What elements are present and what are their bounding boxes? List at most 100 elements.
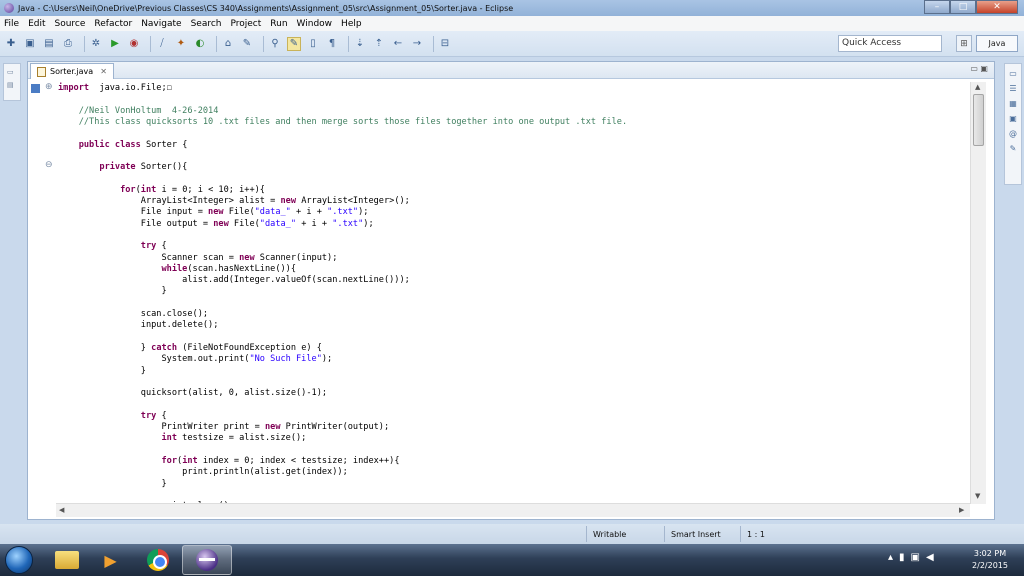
print-icon[interactable]: ⎙: [61, 37, 75, 51]
scroll-left-icon[interactable]: ◀: [59, 506, 64, 514]
fold-collapse-icon[interactable]: ⊖: [45, 160, 53, 170]
code-line[interactable]: quicksort(alist, 0, alist.size()-1);: [58, 388, 327, 399]
code-token: {: [156, 241, 167, 252]
clock[interactable]: 3:02 PM 2/2/2015: [960, 548, 1020, 572]
search-icon[interactable]: ✎: [240, 37, 254, 51]
media-player-icon: ▶: [104, 550, 117, 570]
toggle-mark-occurrences-icon[interactable]: ⚲: [268, 37, 282, 51]
taskbar-eclipse[interactable]: [182, 545, 232, 575]
menu-source[interactable]: Source: [55, 19, 86, 29]
restore-icon[interactable]: ▭: [1007, 69, 1019, 79]
save-icon[interactable]: ▣: [23, 37, 37, 51]
skip-breakpoints-icon[interactable]: ⧸: [155, 37, 169, 51]
quick-access-input[interactable]: Quick Access: [838, 35, 942, 52]
horizontal-scrollbar[interactable]: ◀ ▶: [56, 503, 970, 517]
code-line[interactable]: File input = new File("data_" + i + ".tx…: [58, 207, 369, 218]
code-line[interactable]: try {: [58, 241, 167, 252]
debug-icon[interactable]: ✲: [89, 37, 103, 51]
menu-run[interactable]: Run: [270, 19, 287, 29]
declaration-icon[interactable]: ✎: [1007, 144, 1019, 154]
code-line[interactable]: for(int i = 0; i < 10; i++){: [58, 185, 265, 196]
code-line[interactable]: print.println(alist.get(index));: [58, 467, 348, 478]
start-button[interactable]: [5, 546, 33, 574]
window-controls: – □ ✕: [924, 0, 1018, 14]
code-line[interactable]: System.out.print("No Such File");: [58, 354, 332, 365]
code-line[interactable]: }: [58, 366, 146, 377]
code-token: Sorter {: [140, 139, 188, 150]
code-line[interactable]: scan.close();: [58, 309, 208, 320]
vertical-scrollbar[interactable]: ▲ ▼: [970, 82, 986, 504]
java-perspective-button[interactable]: Java: [976, 35, 1018, 52]
taskbar-explorer[interactable]: [42, 545, 92, 575]
menu-edit[interactable]: Edit: [28, 19, 45, 29]
minimize-button[interactable]: –: [924, 0, 950, 14]
new-icon[interactable]: ✚: [4, 37, 18, 51]
code-line[interactable]: }: [58, 479, 166, 490]
new-java-project-icon[interactable]: ✦: [174, 37, 188, 51]
tab-sorter-java[interactable]: Sorter.java ✕: [30, 63, 114, 79]
code-line[interactable]: }: [58, 286, 166, 297]
code-line[interactable]: //This class quicksorts 10 .txt files an…: [58, 117, 627, 128]
code-line[interactable]: int testsize = alist.size();: [58, 433, 306, 444]
editor-minmax-icons[interactable]: ▭ ▣: [970, 64, 988, 73]
previous-annotation-icon[interactable]: ⇡: [372, 37, 386, 51]
close-tab-icon[interactable]: ✕: [100, 67, 107, 76]
back-icon[interactable]: ←: [391, 37, 405, 51]
pin-editor-icon[interactable]: ⊟: [438, 37, 452, 51]
code-line[interactable]: } catch (FileNotFoundException e) {: [58, 343, 322, 354]
code-token: );: [321, 354, 333, 365]
maximize-button[interactable]: □: [950, 0, 976, 14]
menu-file[interactable]: File: [4, 19, 19, 29]
code-line[interactable]: public class Sorter {: [58, 139, 188, 151]
code-line[interactable]: //Neil VonHoltum 4-26-2014: [58, 106, 219, 117]
scroll-thumb[interactable]: [973, 94, 984, 146]
open-type-icon[interactable]: ⌂: [221, 37, 235, 51]
package-explorer-icon[interactable]: ▤: [7, 81, 17, 90]
show-whitespace-icon[interactable]: ¶: [325, 37, 339, 51]
run-icon[interactable]: ▶: [108, 37, 122, 51]
code-line[interactable]: for(int index = 0; index < testsize; ind…: [58, 456, 399, 467]
menu-window[interactable]: Window: [297, 19, 333, 29]
scroll-up-icon[interactable]: ▲: [975, 83, 980, 91]
external-tools-icon[interactable]: ◉: [127, 37, 141, 51]
code-token: + i +: [290, 207, 328, 218]
code-line[interactable]: Scanner scan = new Scanner(input);: [58, 253, 337, 264]
javadoc-icon[interactable]: @: [1007, 129, 1019, 139]
outline-icon[interactable]: ☰: [1007, 84, 1019, 94]
open-perspective-icon[interactable]: ⊞: [956, 35, 972, 52]
menu-search[interactable]: Search: [191, 19, 222, 29]
menu-help[interactable]: Help: [341, 19, 362, 29]
forward-icon[interactable]: →: [410, 37, 424, 51]
word-wrap-icon[interactable]: ▯: [306, 37, 320, 51]
code-line[interactable]: File output = new File("data_" + i + ".t…: [58, 219, 374, 230]
scroll-right-icon[interactable]: ▶: [959, 506, 964, 514]
code-line[interactable]: try {: [58, 411, 167, 422]
show-hidden-icons-icon[interactable]: ▴: [888, 552, 893, 563]
close-button[interactable]: ✕: [976, 0, 1018, 14]
code-line[interactable]: import java.io.File;☐: [58, 83, 172, 94]
code-line[interactable]: while(scan.hasNextLine()){: [58, 264, 296, 275]
volume-icon[interactable]: ◀: [926, 552, 934, 563]
menu-refactor[interactable]: Refactor: [94, 19, 132, 29]
next-annotation-icon[interactable]: ⇣: [353, 37, 367, 51]
problems-icon[interactable]: ▣: [1007, 114, 1019, 124]
scroll-down-icon[interactable]: ▼: [975, 492, 980, 500]
code-line[interactable]: input.delete();: [58, 320, 219, 331]
taskbar-media-player[interactable]: ▶: [88, 545, 138, 575]
restore-icon[interactable]: ▭: [7, 68, 17, 77]
menu-navigate[interactable]: Navigate: [141, 19, 181, 29]
save-all-icon[interactable]: ▤: [42, 37, 56, 51]
code-line[interactable]: private Sorter(){: [58, 162, 187, 173]
block-selection-icon[interactable]: ✎: [287, 36, 301, 51]
taskbar-chrome[interactable]: [133, 545, 183, 575]
code-line[interactable]: alist.add(Integer.valueOf(scan.nextLine(…: [58, 275, 410, 286]
new-class-icon[interactable]: ◐: [193, 37, 207, 51]
power-icon[interactable]: ▣: [911, 552, 920, 563]
task-list-icon[interactable]: ▦: [1007, 99, 1019, 109]
code-line[interactable]: ArrayList<Integer> alist = new ArrayList…: [58, 196, 410, 207]
menu-project[interactable]: Project: [230, 19, 261, 29]
code-line[interactable]: PrintWriter print = new PrintWriter(outp…: [58, 422, 389, 433]
fold-expand-icon[interactable]: ⊕: [45, 82, 53, 92]
code-editor[interactable]: import java.io.File;☐ //Neil VonHoltum 4…: [56, 80, 971, 503]
network-icon[interactable]: ▮: [899, 552, 905, 563]
